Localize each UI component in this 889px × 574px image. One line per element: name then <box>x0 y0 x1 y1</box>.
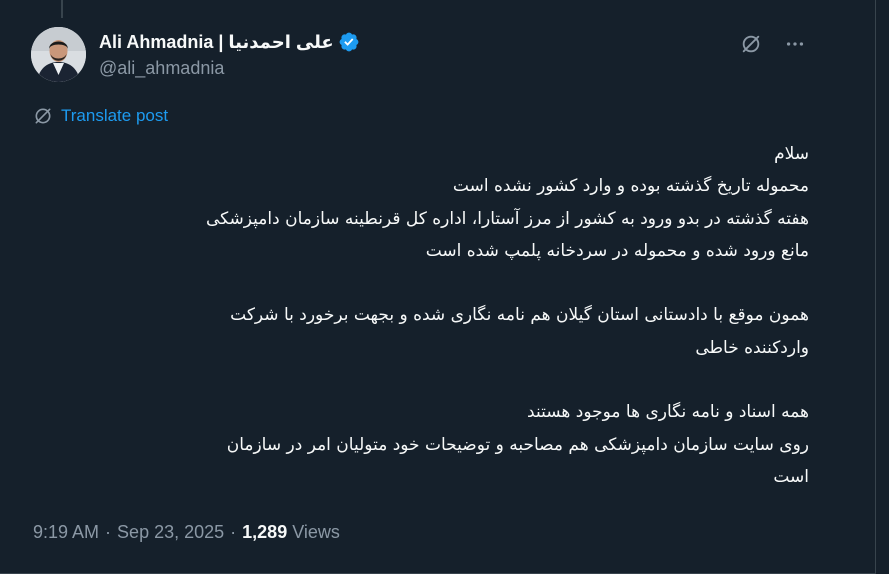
translate-post-label[interactable]: Translate post <box>61 106 168 126</box>
post-time[interactable]: 9:19 AM <box>33 522 99 543</box>
verified-badge-icon <box>339 32 359 52</box>
post-line: هفته گذشته در بدو ورود به کشور از مرز آس… <box>205 208 809 229</box>
post-container: Ali Ahmadnia | علی احمدنیا @ali_ahmadnia <box>0 0 876 574</box>
author-name-row[interactable]: Ali Ahmadnia | علی احمدنیا <box>99 30 360 54</box>
post-text: سلام محموله تاریخ گذشته بوده و وارد کشور … <box>19 138 809 493</box>
post-date[interactable]: Sep 23, 2025 <box>117 522 224 543</box>
more-icon <box>786 42 804 46</box>
author-handle[interactable]: @ali_ahmadnia <box>99 58 224 79</box>
meta-separator: · <box>230 522 237 542</box>
views-label: Views <box>292 522 340 542</box>
post-line: همه اسناد و نامه نگاری ها موجود هستند <box>527 402 809 423</box>
author-display-name[interactable]: Ali Ahmadnia | علی احمدنیا <box>99 32 334 53</box>
post-meta: 9:19 AM · Sep 23, 2025 · 1,289 Views <box>33 522 340 543</box>
post-line: واردکننده خاطی <box>695 337 809 358</box>
post-line: روی سایت سازمان دامپزشکی هم مصاحبه و توض… <box>226 434 809 455</box>
meta-separator: · <box>105 522 112 542</box>
post-line: همون موقع با دادستانی استان گیلان هم نام… <box>230 305 809 326</box>
more-button[interactable] <box>781 30 809 58</box>
post-line: مانع ورود شده و محموله در سردخانه پلمپ ش… <box>425 240 809 261</box>
avatar-photo <box>31 27 86 82</box>
avatar[interactable] <box>31 27 86 82</box>
post-line-gap <box>19 267 809 299</box>
translate-post-link[interactable]: Translate post <box>33 106 168 126</box>
post-line: است <box>773 466 809 487</box>
thread-connector-line <box>61 0 63 18</box>
post-line: محموله تاریخ گذشته بوده و وارد کشور نشده… <box>452 176 809 197</box>
post-top-actions <box>737 30 809 58</box>
post-line: سلام <box>774 144 809 164</box>
grok-icon <box>742 35 760 53</box>
views-count: 1,289 <box>242 522 288 542</box>
translate-icon <box>35 108 51 124</box>
grok-button[interactable] <box>737 30 765 58</box>
post-line-gap <box>19 364 809 396</box>
